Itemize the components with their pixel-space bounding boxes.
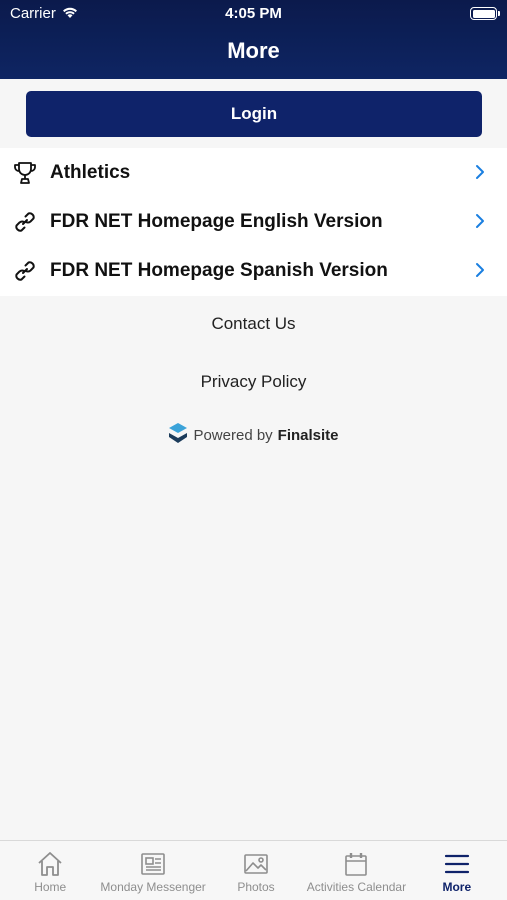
trophy-icon bbox=[12, 160, 38, 186]
menu-item-fdr-spanish[interactable]: FDR NET Homepage Spanish Version bbox=[0, 246, 507, 295]
tab-label: Photos bbox=[237, 880, 275, 894]
menu-item-label: Athletics bbox=[50, 162, 131, 183]
menu-list: Athletics FDR NET Homepage English Versi… bbox=[0, 148, 507, 296]
chevron-right-icon bbox=[475, 262, 485, 278]
privacy-policy-link[interactable]: Privacy Policy bbox=[0, 372, 507, 392]
chevron-right-icon bbox=[475, 213, 485, 229]
tab-label: Monday Messenger bbox=[100, 880, 206, 894]
powered-by-finalsite[interactable]: Powered by Finalsite bbox=[0, 422, 507, 448]
page-title: More bbox=[227, 38, 280, 63]
menu-icon bbox=[443, 851, 471, 877]
finalsite-logo-icon bbox=[168, 422, 188, 448]
photo-icon bbox=[242, 851, 270, 877]
menu-item-label: FDR NET Homepage Spanish Version bbox=[50, 260, 388, 281]
tab-monday-messenger[interactable]: Monday Messenger bbox=[100, 841, 206, 900]
clock: 4:05 PM bbox=[225, 5, 282, 22]
battery-icon bbox=[470, 7, 500, 20]
home-icon bbox=[36, 851, 64, 877]
powered-by-text: Powered by bbox=[193, 426, 273, 444]
tab-more[interactable]: More bbox=[407, 841, 507, 900]
link-icon bbox=[12, 209, 38, 235]
contact-us-link[interactable]: Contact Us bbox=[0, 314, 507, 334]
tab-label: Home bbox=[34, 880, 67, 894]
menu-item-label: FDR NET Homepage English Version bbox=[50, 211, 383, 232]
link-icon bbox=[12, 258, 38, 284]
tab-label: Activities Calendar bbox=[306, 880, 407, 894]
newspaper-icon bbox=[139, 851, 167, 877]
menu-item-fdr-english[interactable]: FDR NET Homepage English Version bbox=[0, 197, 507, 246]
tab-photos[interactable]: Photos bbox=[206, 841, 306, 900]
finalsite-brand-text: Finalsite bbox=[277, 426, 339, 444]
chevron-right-icon bbox=[475, 164, 485, 180]
tab-home[interactable]: Home bbox=[0, 841, 100, 900]
login-button[interactable]: Login bbox=[26, 91, 482, 137]
app-header: Carrier 4:05 PM More bbox=[0, 0, 507, 79]
menu-item-athletics[interactable]: Athletics bbox=[0, 148, 507, 197]
tab-label: More bbox=[442, 880, 472, 894]
status-bar: Carrier 4:05 PM bbox=[0, 0, 507, 28]
tab-activities-calendar[interactable]: Activities Calendar bbox=[306, 841, 406, 900]
tab-bar: Home Monday Messenger Photos Activities … bbox=[0, 840, 507, 900]
calendar-icon bbox=[342, 851, 370, 877]
